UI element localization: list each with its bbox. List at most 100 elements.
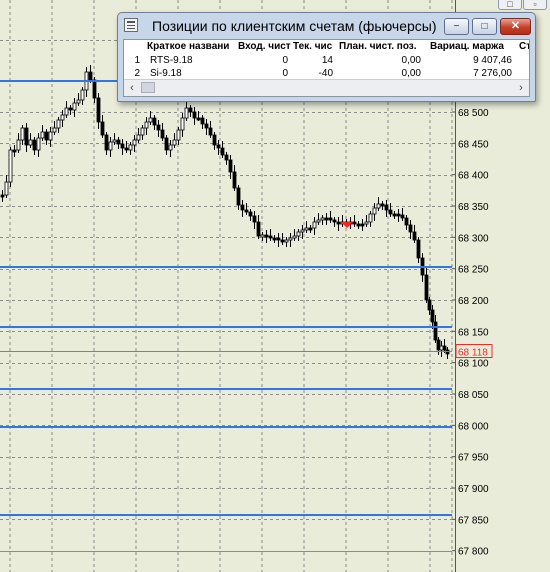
candle-body: [164, 137, 169, 151]
scroll-left-icon[interactable]: ‹: [124, 80, 140, 96]
candle-body: [112, 139, 117, 143]
candle-body: [40, 131, 45, 139]
candle-body: [392, 213, 397, 217]
col-header-margin[interactable]: Вариац. маржа: [430, 41, 518, 52]
candle-body: [144, 121, 149, 129]
cell-name: RTS-9.18: [150, 55, 193, 66]
candle-body: [64, 107, 69, 116]
candle-body: [88, 71, 93, 81]
col-header-name[interactable]: Краткое названи: [147, 41, 238, 52]
candle-body: [296, 231, 301, 237]
candle-body: [28, 139, 33, 146]
candle-body: [220, 147, 225, 156]
candle-body: [0, 194, 5, 198]
candle-body: [412, 231, 417, 241]
candle-body: [68, 107, 73, 111]
window-title: Позиции по клиентским счетам (фьючерсы): [152, 18, 437, 34]
candle-body: [76, 99, 81, 104]
candle-body: [292, 235, 297, 239]
candle-body: [132, 139, 137, 146]
candle-body: [427, 299, 432, 311]
horizontal-scrollbar[interactable]: ‹ ›: [124, 79, 529, 96]
maximize-button[interactable]: □: [472, 18, 497, 35]
candle-body: [316, 219, 321, 223]
candle-body: [372, 207, 377, 215]
restore-icon[interactable]: □: [498, 0, 522, 10]
minimize-button[interactable]: −: [444, 18, 469, 35]
candle-body: [244, 209, 249, 213]
positions-window[interactable]: Позиции по клиентским счетам (фьючерсы) …: [117, 12, 536, 102]
candle-body: [272, 237, 277, 241]
candle-body: [152, 117, 157, 126]
candle-body: [72, 102, 77, 111]
candle-body: [280, 239, 285, 243]
candle-body: [256, 221, 261, 237]
candle-body: [204, 123, 209, 129]
candle-body: [396, 213, 401, 217]
candle-body: [16, 139, 21, 151]
candle-body: [288, 237, 293, 241]
candle-body: [240, 204, 245, 211]
col-header-cur[interactable]: Тек. чис: [293, 41, 339, 52]
candle-body: [352, 221, 357, 225]
candle-body: [188, 107, 193, 113]
candle-body: [248, 211, 253, 217]
col-header-in[interactable]: Вход. чист: [238, 41, 293, 52]
candle-body: [400, 214, 405, 219]
candle-body: [276, 237, 281, 241]
col-header-more[interactable]: Сто: [519, 41, 529, 52]
candle-body: [356, 223, 361, 227]
candle-body: [252, 215, 257, 223]
candle-body: [52, 127, 57, 133]
candle-body: [404, 217, 409, 226]
candle-body: [416, 239, 421, 259]
candle-body: [433, 321, 438, 341]
close-button[interactable]: ✕: [500, 18, 531, 35]
cell-margin: 9 407,46: [473, 55, 512, 66]
row-number: 1: [134, 55, 140, 66]
candle-body: [156, 124, 161, 131]
candle-body: [332, 219, 337, 223]
candle-body: [44, 131, 49, 141]
cell-plan: 0,00: [401, 55, 421, 66]
cell-name: Si-9.18: [150, 68, 182, 79]
cell-plan: 0,00: [401, 68, 421, 79]
candle-body: [60, 114, 65, 121]
candle-body: [4, 181, 9, 196]
candle-body: [100, 121, 105, 136]
window-titlebar[interactable]: Позиции по клиентским счетам (фьючерсы) …: [118, 13, 535, 39]
candle-body: [108, 141, 113, 151]
candle-body: [408, 224, 413, 233]
candle-body: [312, 221, 317, 229]
candle-body: [196, 117, 201, 121]
candle-body: [232, 171, 237, 189]
candle-body: [208, 127, 213, 136]
level-lines: [0, 80, 452, 552]
candle-body: [264, 234, 269, 238]
candle-body: [364, 221, 369, 225]
candle-body: [96, 97, 101, 123]
candle-body: [168, 144, 173, 151]
candle-body: [120, 143, 125, 149]
candle-body: [148, 117, 153, 123]
candle-body: [136, 134, 141, 141]
candle-body: [430, 309, 435, 323]
candle-body: [224, 154, 229, 161]
scroll-thumb[interactable]: [141, 82, 155, 93]
candle-body: [32, 139, 37, 151]
minimize-panel-icon[interactable]: ▫: [523, 0, 547, 10]
candle-body: [128, 144, 133, 151]
candle-body: [216, 144, 221, 149]
table-row[interactable]: 1 RTS-9.18 0 14 0,00 9 407,46: [124, 54, 524, 67]
candle-body: [48, 131, 53, 141]
row-number: 2: [134, 68, 140, 79]
candle-body: [12, 149, 17, 153]
candle-body: [104, 134, 109, 151]
candle-body: [376, 203, 381, 209]
cell-in: 0: [282, 55, 288, 66]
scroll-right-icon[interactable]: ›: [513, 80, 529, 96]
candle-body: [308, 227, 313, 231]
col-header-plan[interactable]: План. чист. поз.: [339, 41, 428, 52]
candle-body: [388, 209, 393, 215]
candles: [0, 65, 450, 359]
